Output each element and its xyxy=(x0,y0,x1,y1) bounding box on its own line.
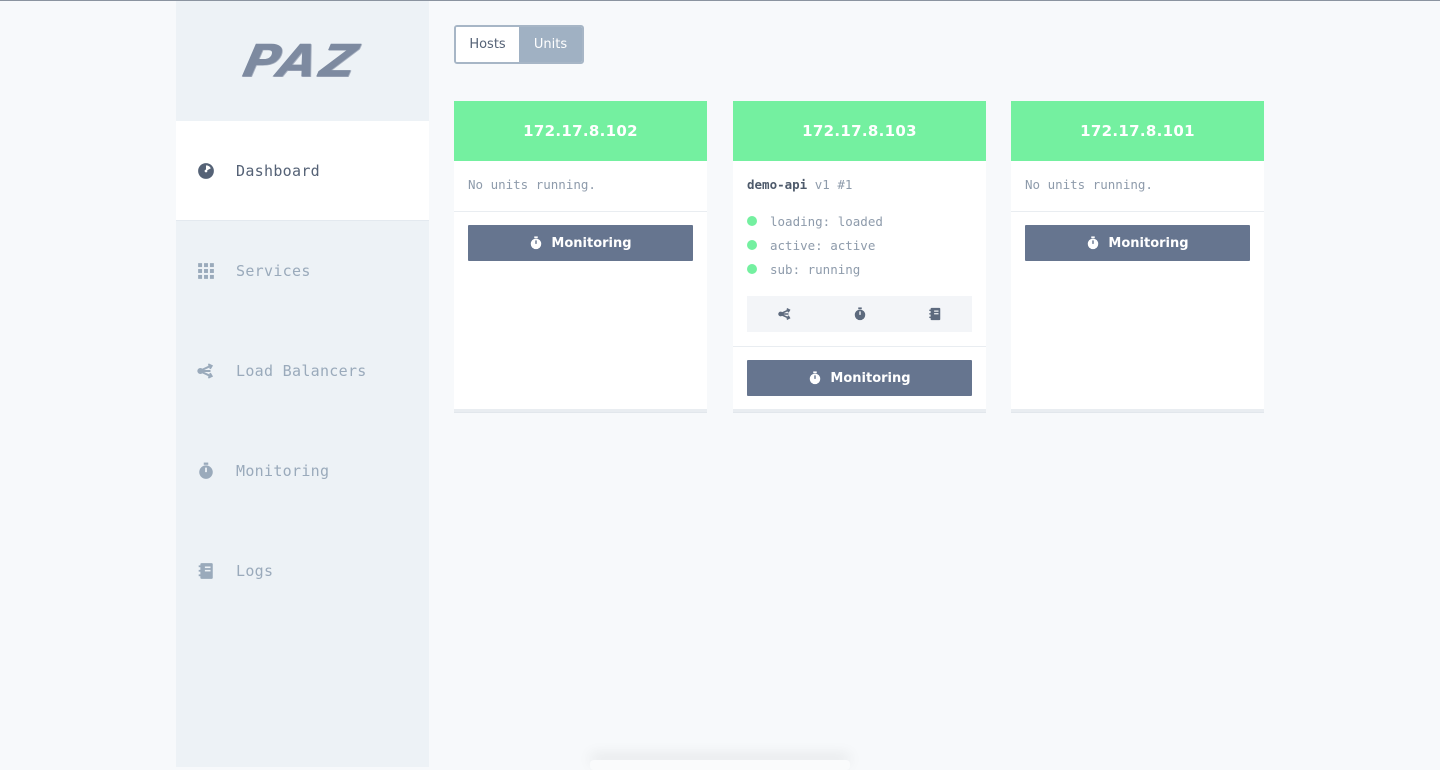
card-footer: Monitoring xyxy=(1011,212,1264,274)
logo-area[interactable]: PAZ xyxy=(176,1,429,121)
unit-status-row: active: active xyxy=(747,233,972,257)
share-icon xyxy=(196,361,216,381)
sidebar-item-label: Dashboard xyxy=(236,161,320,180)
sidebar-item-label: Monitoring xyxy=(236,462,330,480)
unit-entry: demo-api v1 #1 loading: loaded active: a… xyxy=(733,161,986,347)
main-toolbar: Hosts Units xyxy=(454,25,584,64)
sidebar-item-dashboard[interactable]: Dashboard xyxy=(176,121,429,221)
toggle-hosts-button[interactable]: Hosts xyxy=(456,27,519,62)
unit-logs-action[interactable] xyxy=(925,304,945,324)
monitoring-button[interactable]: Monitoring xyxy=(1025,225,1250,261)
host-ip-header: 172.17.8.103 xyxy=(733,101,986,161)
sidebar-item-label: Logs xyxy=(236,562,274,580)
unit-status-row: loading: loaded xyxy=(747,209,972,233)
status-dot xyxy=(747,216,757,226)
status-dot xyxy=(747,240,757,250)
grid-icon xyxy=(196,261,216,281)
unit-status-row: sub: running xyxy=(747,257,972,281)
sidebar-item-label: Load Balancers xyxy=(236,362,367,380)
stopwatch-icon xyxy=(854,307,865,321)
monitoring-button-label: Monitoring xyxy=(830,370,911,386)
sidebar-item-logs[interactable]: Logs xyxy=(176,521,429,621)
card-footer: Monitoring xyxy=(454,212,707,274)
no-units-text: No units running. xyxy=(1011,161,1264,212)
unit-status-text: sub: running xyxy=(770,261,861,277)
dashboard-gauge-icon xyxy=(196,161,216,181)
stopwatch-icon xyxy=(196,461,216,481)
sidebar-item-monitoring[interactable]: Monitoring xyxy=(176,421,429,521)
unit-status-text: loading: loaded xyxy=(770,213,883,229)
sidebar: PAZ Dashboard Services Load Balancers Mo… xyxy=(176,1,429,767)
stopwatch-icon xyxy=(810,371,821,385)
monitoring-button-label: Monitoring xyxy=(551,235,632,251)
host-ip-header: 172.17.8.101 xyxy=(1011,101,1264,161)
unit-version: v1 #1 xyxy=(814,177,853,192)
bottom-panel-edge xyxy=(590,760,850,770)
host-cards: 172.17.8.102 No units running. Monitorin… xyxy=(454,101,1290,412)
status-dot xyxy=(747,264,757,274)
monitoring-button[interactable]: Monitoring xyxy=(747,360,972,396)
monitoring-button-label: Monitoring xyxy=(1108,235,1189,251)
toggle-units-button[interactable]: Units xyxy=(519,27,582,62)
unit-action-bar xyxy=(747,296,972,332)
unit-title: demo-api v1 #1 xyxy=(747,177,972,192)
share-icon xyxy=(777,308,790,320)
notebook-icon xyxy=(196,561,216,581)
host-card: 172.17.8.103 demo-api v1 #1 loading: loa… xyxy=(733,101,986,412)
unit-monitoring-action[interactable] xyxy=(850,304,870,324)
monitoring-button[interactable]: Monitoring xyxy=(468,225,693,261)
stopwatch-icon xyxy=(531,236,542,250)
sidebar-item-services[interactable]: Services xyxy=(176,221,429,321)
host-card: 172.17.8.101 No units running. Monitorin… xyxy=(1011,101,1264,412)
unit-name[interactable]: demo-api xyxy=(747,177,807,192)
notebook-icon xyxy=(928,307,940,321)
no-units-text: No units running. xyxy=(454,161,707,212)
sidebar-item-label: Services xyxy=(236,262,311,280)
stopwatch-icon xyxy=(1088,236,1099,250)
unit-status-text: active: active xyxy=(770,237,876,253)
card-footer: Monitoring xyxy=(733,347,986,409)
paz-logo[interactable]: PAZ xyxy=(239,34,366,86)
view-toggle: Hosts Units xyxy=(454,25,584,64)
sidebar-item-load-balancers[interactable]: Load Balancers xyxy=(176,321,429,421)
host-ip-header: 172.17.8.102 xyxy=(454,101,707,161)
host-card: 172.17.8.102 No units running. Monitorin… xyxy=(454,101,707,412)
unit-load-balancer-action[interactable] xyxy=(775,304,795,324)
